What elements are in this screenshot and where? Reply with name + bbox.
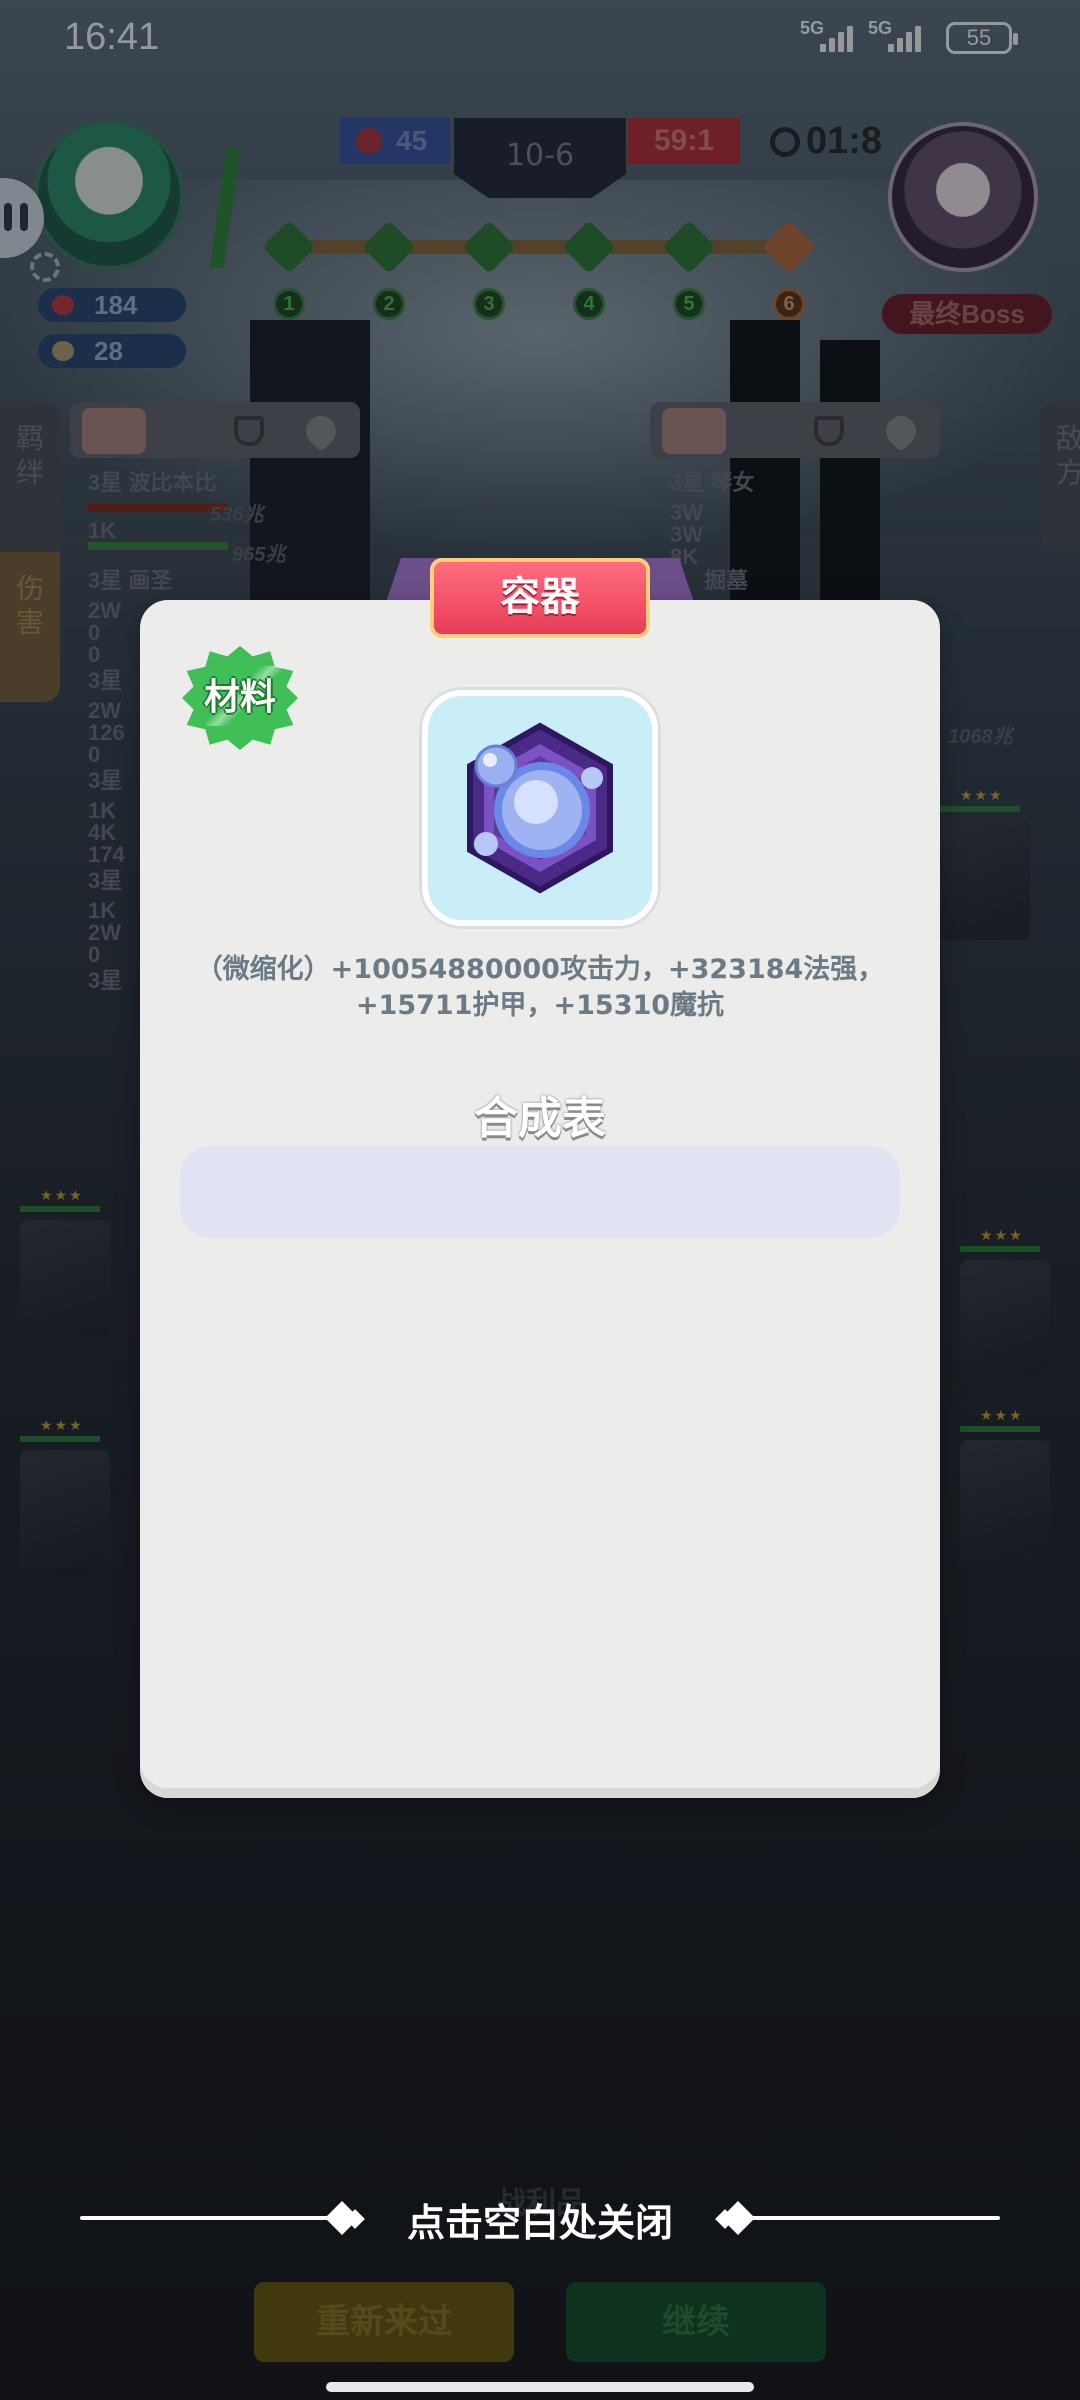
hint-divider-right (740, 2216, 1000, 2220)
container-item-icon (467, 722, 613, 894)
material-badge: 材料 (182, 646, 298, 750)
badge-label: 材料 (203, 677, 276, 718)
synthesis-table-title: 合成表 (474, 1093, 606, 1144)
item-description: （微缩化）+10054880000攻击力，+323184法强， +15711护甲… (168, 952, 912, 1024)
synthesis-table (180, 1146, 900, 1238)
modal-title: 容器 (430, 558, 650, 638)
description-line: +15711护甲，+15310魔抗 (355, 990, 725, 1021)
home-indicator[interactable] (326, 2382, 754, 2392)
close-hint[interactable]: 点击空白处关闭 (340, 2192, 740, 2247)
description-line: （微缩化）+10054880000攻击力，+323184法强， (195, 954, 885, 985)
item-icon-frame (422, 690, 658, 926)
hint-divider-left (80, 2216, 340, 2220)
